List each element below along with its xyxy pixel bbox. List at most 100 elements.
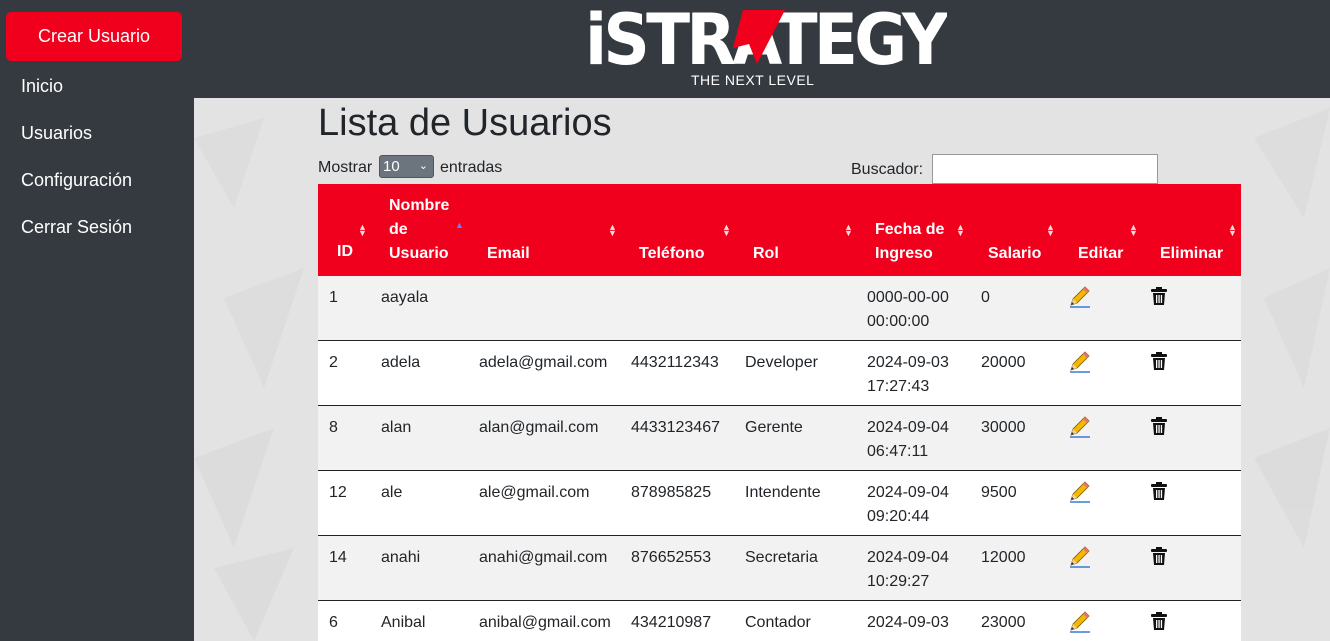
logo-tagline: THE NEXT LEVEL [691,72,815,88]
chevron-down-icon: ⌄ [418,160,428,172]
cell-time: 17:27:43 [867,378,930,395]
header-salary[interactable]: Salario [988,242,1041,266]
sort-icon[interactable]: ▲ ▼ [608,223,617,238]
table-row: 14 anahi anahi@gmail.com 876652553 Secretari… [318,536,1241,601]
cell-phone: 4433123467 [631,419,720,436]
create-user-button[interactable]: Crear Usuario [6,12,182,61]
sidebar-item-inicio[interactable]: Inicio [21,76,63,97]
cell-salary: 20000 [981,354,1026,371]
cell-phone: 4432112343 [631,354,719,371]
header-username-3[interactable]: Usuario [389,242,449,266]
page-size-select[interactable]: 10 ⌄ [379,155,434,178]
cell-id: 6 [329,614,338,631]
main-content: Lista de Usuarios Mostrar 10 ⌄ entradas … [194,98,1330,641]
pencil-icon[interactable] [1068,284,1092,308]
cell-username: anahi [381,549,421,566]
cell-salary: 0 [981,289,990,306]
page-title: Lista de Usuarios [318,102,612,144]
table-row: 8 alan alan@gmail.com 4433123467 Gerente 2024… [318,406,1241,471]
table-row: 6 Anibal anibal@gmail.com 434210987 Contador… [318,601,1241,641]
header-edit[interactable]: Editar [1078,242,1123,266]
header-date-1[interactable]: Fecha de [875,218,944,242]
header-delete[interactable]: Eliminar [1160,242,1223,266]
cell-email: adela@gmail.com [479,354,608,371]
cell-username: ale [381,484,403,501]
cell-id: 1 [329,289,338,306]
cell-id: 14 [329,549,347,566]
sort-icon[interactable]: ▲ ▼ [1228,223,1237,238]
cell-salary: 12000 [981,549,1026,566]
sort-icon[interactable]: ▲ ▼ [956,223,965,238]
show-label: Mostrar [318,159,373,176]
table-header: ID ▲ ▼ Nombre de Usuario ▲ Email ▲ ▼ Teléf… [318,184,1241,276]
sort-icon[interactable]: ▲ ▼ [1046,223,1055,238]
header-email[interactable]: Email [487,242,530,266]
cell-date: 2024-09-03 [867,614,949,631]
cell-phone: 876652553 [631,549,712,566]
cell-username: Anibal [381,614,426,631]
istrategy-logo: iSTRATEGY THE NEXT LEVEL [585,0,954,94]
cell-email: anibal@gmail.com [479,614,611,631]
cell-email: anahi@gmail.com [479,549,608,566]
cell-date: 0000-00-00 [867,289,949,306]
cell-phone: 878985825 [631,484,712,501]
cell-id: 12 [329,484,347,501]
cell-salary: 9500 [981,484,1017,501]
pencil-icon[interactable] [1068,349,1092,373]
cell-date: 2024-09-03 [867,354,949,371]
sidebar: Crear Usuario Inicio Usuarios Configurac… [0,0,194,641]
table-row: 12 ale ale@gmail.com 878985825 Intendente 202… [318,471,1241,536]
sort-icon[interactable]: ▲ ▼ [844,223,853,238]
cell-id: 2 [329,354,338,371]
cell-time: 09:20:44 [867,508,930,525]
cell-time: 06:47:11 [867,443,929,460]
header-username-2[interactable]: de [389,218,408,242]
header-username-1[interactable]: Nombre [389,194,449,218]
search-label: Buscador: [851,161,924,178]
cell-time: 10:29:27 [867,573,930,590]
pencil-icon[interactable] [1068,544,1092,568]
cell-role: Secretaria [745,549,818,566]
cell-date: 2024-09-04 [867,484,949,501]
cell-username: adela [381,354,421,371]
pencil-icon[interactable] [1068,414,1092,438]
sort-icon[interactable]: ▲ ▼ [1129,223,1138,238]
sidebar-item-cerrar-sesion[interactable]: Cerrar Sesión [21,217,132,238]
table-row: 2 adela adela@gmail.com 4432112343 Developer… [318,341,1241,406]
header-phone[interactable]: Teléfono [639,242,704,266]
cell-id: 8 [329,419,338,436]
sort-ascending-icon[interactable]: ▲ [455,221,464,230]
sidebar-item-usuarios[interactable]: Usuarios [21,123,92,144]
cell-role: Developer [745,354,818,371]
cell-date: 2024-09-04 [867,419,949,436]
pencil-icon[interactable] [1068,609,1092,633]
trash-icon[interactable] [1151,612,1167,630]
cell-salary: 23000 [981,614,1026,631]
sort-icon[interactable]: ▲ ▼ [358,223,367,238]
cell-role: Contador [745,614,811,631]
search-input[interactable] [932,154,1158,184]
cell-email: alan@gmail.com [479,419,599,436]
table-row: 1 aayala 0000-00-00 0 00:00:00 [318,276,1241,341]
sort-icon[interactable]: ▲ ▼ [722,223,731,238]
trash-icon[interactable] [1151,482,1167,500]
cell-role: Gerente [745,419,803,436]
page-size-value: 10 [383,158,400,175]
trash-icon[interactable] [1151,547,1167,565]
pencil-icon[interactable] [1068,479,1092,503]
trash-icon[interactable] [1151,417,1167,435]
sidebar-item-configuracion[interactable]: Configuración [21,170,132,191]
trash-icon[interactable] [1151,352,1167,370]
cell-username: aayala [381,289,429,306]
cell-salary: 30000 [981,419,1026,436]
entries-label: entradas [440,159,503,176]
trash-icon[interactable] [1151,287,1167,305]
cell-email: ale@gmail.com [479,484,590,501]
cell-date: 2024-09-04 [867,549,949,566]
header-date-2[interactable]: Ingreso [875,242,933,266]
header-role[interactable]: Rol [753,242,779,266]
cell-time: 00:00:00 [867,313,930,330]
cell-role: Intendente [745,484,821,501]
cell-username: alan [381,419,412,436]
header-id[interactable]: ID [337,240,353,264]
